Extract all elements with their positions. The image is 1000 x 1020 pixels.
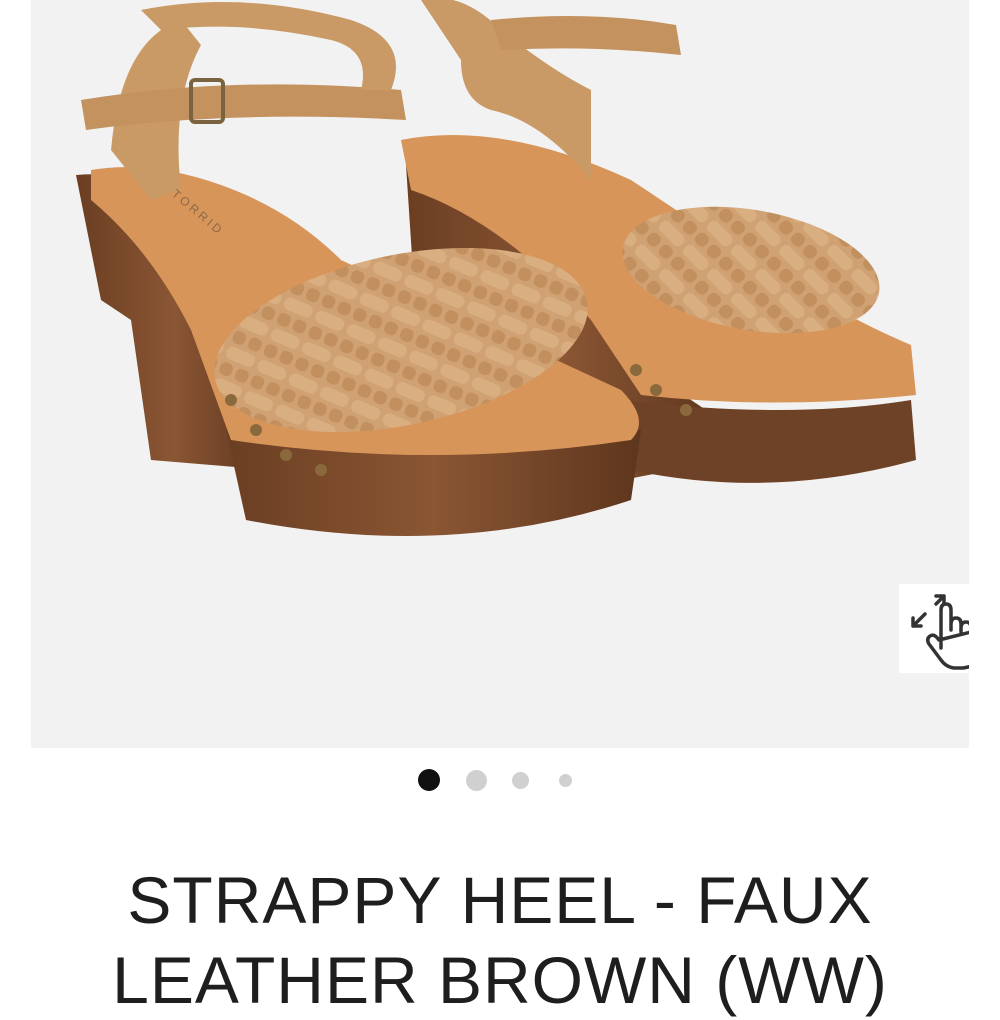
product-title-line-2: LEATHER BROWN (WW) — [112, 943, 888, 1017]
product-image-sandals: TORRID — [76, 0, 916, 536]
zoom-button[interactable] — [899, 584, 969, 673]
pinch-zoom-hand-icon — [911, 594, 969, 670]
carousel-pagination — [0, 768, 1000, 792]
carousel-dot-1[interactable] — [418, 769, 440, 791]
product-title-line-1: STRAPPY HEEL - FAUX — [127, 863, 873, 937]
carousel-dot-3[interactable] — [512, 772, 529, 789]
product-title: STRAPPY HEEL - FAUX LEATHER BROWN (WW) — [0, 860, 1000, 1020]
carousel-dot-4[interactable] — [559, 774, 572, 787]
carousel-dot-2[interactable] — [466, 770, 487, 791]
product-image-gallery[interactable]: TORRID — [31, 0, 969, 748]
